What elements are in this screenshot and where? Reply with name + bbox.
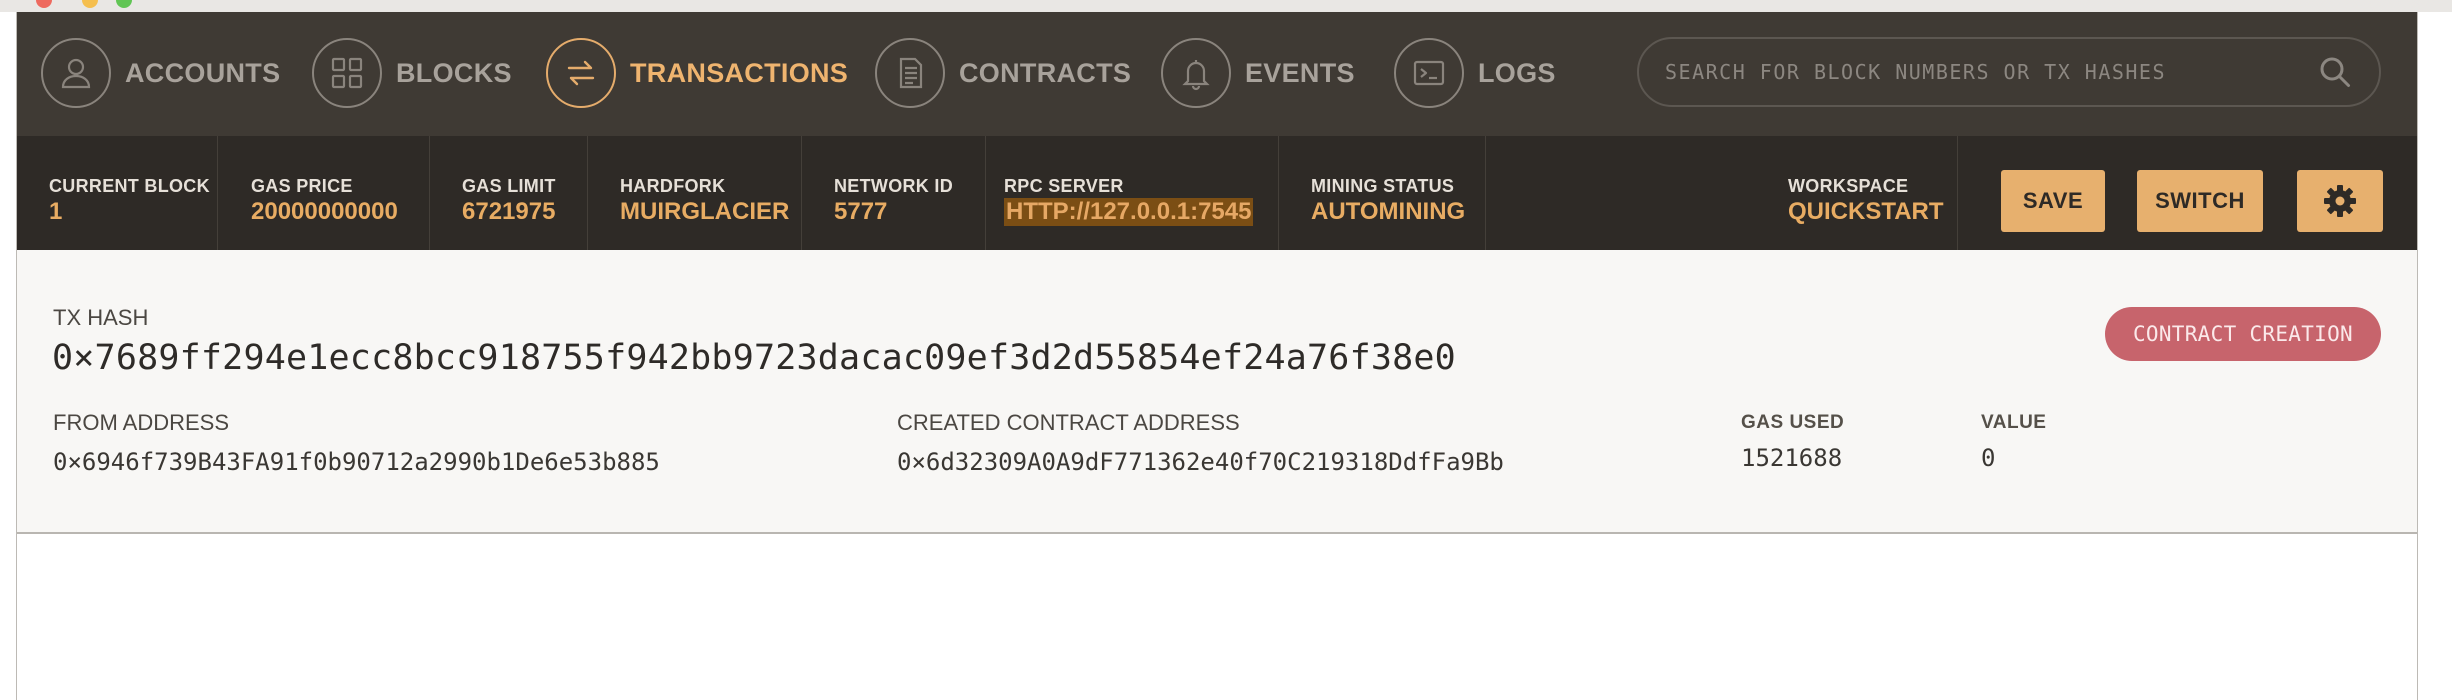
nav-logs-label: LOGS [1478,57,1556,88]
gas-price-label: GAS PRICE [251,176,353,196]
mining-status-value: AUTOMINING [1311,198,1466,225]
switch-button[interactable]: SWITCH [2137,170,2263,232]
gas-limit-label: GAS LIMIT [462,176,556,196]
value-label: VALUE [1981,412,2047,433]
terminal-icon [1394,38,1464,108]
window-titlebar [0,0,2452,12]
close-window-button[interactable] [36,0,52,8]
nav-events-label: EVENTS [1245,57,1355,88]
value-amount: 0 [1981,444,1996,472]
created-contract-address-value: 0×6d32309A0A9dF771362e40f70C219318DdfFa9… [897,448,1504,476]
nav-transactions[interactable]: TRANSACTIONS [546,36,848,110]
nav-blocks[interactable]: BLOCKS [312,36,512,110]
contract-creation-badge: CONTRACT CREATION [2105,307,2381,361]
created-contract-address-label: CREATED CONTRACT ADDRESS [897,410,1240,435]
top-navigation: ACCOUNTS BLOCKS TRANSACTIONS CONTRACTS E… [17,12,2417,136]
nav-logs[interactable]: LOGS [1394,36,1556,110]
rpc-server-value[interactable]: HTTP://127.0.0.1:7545 [1004,198,1254,226]
person-icon [41,38,111,108]
from-address-label: FROM ADDRESS [53,410,230,435]
search-icon[interactable] [2317,54,2353,90]
hardfork-value: MUIRGLACIER [620,198,790,225]
nav-contracts[interactable]: CONTRACTS [875,36,1131,110]
current-block-value: 1 [49,198,63,225]
nav-blocks-label: BLOCKS [396,57,512,88]
tx-hash-value: 0×7689ff294e1ecc8bcc918755f942bb9723daca… [52,338,1456,378]
divider [1485,136,1486,250]
transaction-detail: TX HASH 0×7689ff294e1ecc8bcc918755f942bb… [17,250,2417,534]
search-input[interactable] [1663,59,2317,85]
rpc-server-label: RPC SERVER [1004,176,1124,196]
swap-arrows-icon [546,38,616,108]
from-address-value: 0×6946f739B43FA91f0b90712a2990b1De6e53b8… [53,448,660,476]
nav-contracts-label: CONTRACTS [959,57,1132,88]
workspace-label: WORKSPACE [1788,176,1909,196]
nav-events[interactable]: EVENTS [1161,36,1355,110]
divider [587,136,588,250]
divider [985,136,986,250]
settings-button[interactable] [2297,170,2383,232]
gas-limit-value: 6721975 [462,198,556,225]
status-bar: CURRENT BLOCK 1 GAS PRICE 20000000000 GA… [17,136,2417,250]
current-block-label: CURRENT BLOCK [49,176,210,196]
save-button[interactable]: SAVE [2001,170,2105,232]
mining-status-label: MINING STATUS [1311,176,1455,196]
gas-used-value: 1521688 [1741,444,1843,472]
nav-transactions-label: TRANSACTIONS [630,57,849,88]
zoom-window-button[interactable] [116,0,132,8]
network-id-label: NETWORK ID [834,176,953,196]
workspace-value: QUICKSTART [1788,198,1944,225]
divider [1278,136,1279,250]
network-id-value: 5777 [834,198,888,225]
search-box [1637,37,2381,107]
divider [1957,136,1958,250]
ganache-app: ACCOUNTS BLOCKS TRANSACTIONS CONTRACTS E… [16,12,2418,700]
gear-icon [2324,185,2356,217]
document-icon [875,38,945,108]
nav-accounts-label: ACCOUNTS [125,57,281,88]
nav-accounts[interactable]: ACCOUNTS [41,36,280,110]
gas-price-value: 20000000000 [251,198,398,225]
divider [429,136,430,250]
divider [217,136,218,250]
divider [801,136,802,250]
hardfork-label: HARDFORK [620,176,726,196]
tx-hash-label: TX HASH [53,305,149,330]
grid-icon [312,38,382,108]
gas-used-label: GAS USED [1741,412,1845,433]
bell-icon [1161,38,1231,108]
minimize-window-button[interactable] [82,0,98,8]
